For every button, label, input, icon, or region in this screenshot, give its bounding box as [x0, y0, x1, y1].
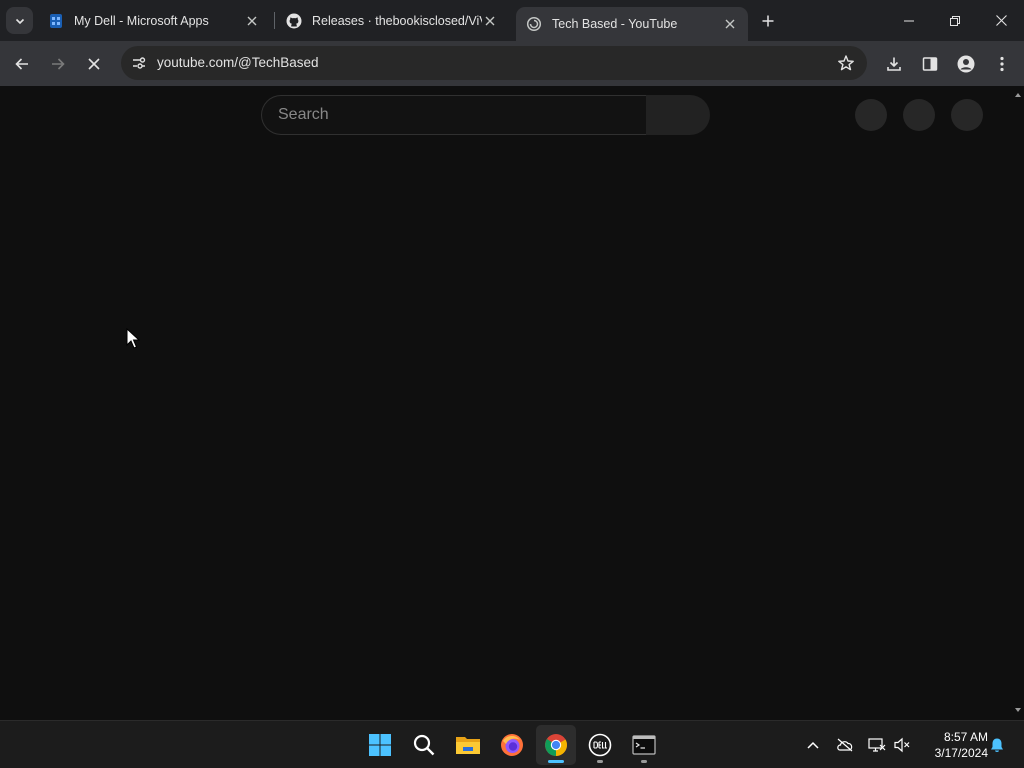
search-icon [413, 734, 435, 756]
placeholder-circle [855, 99, 887, 131]
notification-bell-icon[interactable] [985, 733, 1009, 757]
tab-search-button[interactable] [6, 7, 33, 34]
terminal-button[interactable] [624, 725, 664, 765]
clock-date: 3/17/2024 [934, 746, 988, 760]
side-panel-button[interactable] [916, 50, 944, 78]
youtube-search-box[interactable] [261, 95, 646, 135]
mouse-cursor-icon [126, 328, 140, 349]
chrome-button[interactable] [536, 725, 576, 765]
volume-muted-tray-icon[interactable] [890, 733, 914, 757]
page-content [0, 86, 1012, 720]
windows-logo-icon [369, 734, 391, 756]
scrollbar[interactable] [1012, 86, 1024, 720]
side-panel-icon [922, 57, 938, 71]
close-icon [995, 15, 1007, 26]
more-vertical-icon [1000, 56, 1004, 72]
close-icon [88, 58, 100, 70]
arrow-right-icon [52, 58, 65, 70]
tab-title: Releases · thebookisclosed/ViVe [312, 13, 482, 28]
back-button[interactable] [8, 50, 36, 78]
tab-divider [274, 12, 275, 29]
file-explorer-button[interactable] [448, 725, 488, 765]
close-window-button[interactable] [978, 0, 1024, 41]
github-icon [286, 13, 302, 29]
onedrive-tray-icon[interactable] [833, 733, 857, 757]
site-info-icon[interactable] [127, 51, 151, 75]
show-hidden-icons-button[interactable] [801, 733, 825, 757]
clock[interactable]: 8:57 AM 3/17/2024 [920, 729, 988, 761]
plus-icon [762, 15, 774, 27]
forward-button[interactable] [44, 50, 72, 78]
restore-icon [950, 15, 960, 26]
close-icon [247, 16, 257, 25]
minimize-button[interactable] [886, 0, 932, 41]
chevron-up-icon [807, 741, 819, 749]
minimize-icon [904, 20, 914, 21]
dell-icon [588, 733, 612, 757]
scroll-down-arrow-icon[interactable] [1015, 708, 1021, 712]
tab-my-dell[interactable]: My Dell - Microsoft Apps [38, 0, 270, 41]
dell-store-icon [48, 13, 64, 29]
url-text: youtube.com/@TechBased [157, 55, 319, 70]
chrome-icon [545, 734, 567, 756]
profile-button[interactable] [952, 50, 980, 78]
taskbar-search-button[interactable] [404, 725, 444, 765]
placeholder-circle [951, 99, 983, 131]
profile-icon [957, 55, 975, 73]
tab-releases[interactable]: Releases · thebookisclosed/ViVe [276, 0, 508, 41]
tab-close-button[interactable] [482, 13, 498, 29]
dell-button[interactable] [580, 725, 620, 765]
browser-toolbar: youtube.com/@TechBased [0, 41, 1024, 86]
tab-title: Tech Based - YouTube [552, 17, 678, 31]
chevron-down-icon [15, 18, 24, 24]
search-input[interactable] [262, 96, 646, 134]
tab-close-button[interactable] [722, 16, 738, 32]
tab-tech-based[interactable]: Tech Based - YouTube [516, 7, 748, 41]
downloads-button[interactable] [880, 50, 908, 78]
running-indicator [641, 760, 647, 763]
tab-strip: My Dell - Microsoft Apps Releases · theb… [0, 0, 1024, 41]
menu-button[interactable] [988, 50, 1016, 78]
download-icon [887, 57, 901, 71]
address-bar[interactable]: youtube.com/@TechBased [121, 46, 867, 80]
restore-button[interactable] [932, 0, 978, 41]
new-tab-button[interactable] [756, 9, 780, 33]
terminal-icon [632, 735, 656, 755]
running-indicator [597, 760, 603, 763]
firefox-icon [501, 734, 523, 756]
taskbar: 8:57 AM 3/17/2024 [0, 720, 1024, 768]
scroll-up-arrow-icon[interactable] [1015, 93, 1021, 97]
start-button[interactable] [360, 725, 400, 765]
stop-loading-button[interactable] [80, 50, 108, 78]
clock-time: 8:57 AM [943, 730, 988, 744]
loading-globe-icon [526, 16, 542, 32]
tab-close-button[interactable] [244, 13, 260, 29]
firefox-button[interactable] [492, 725, 532, 765]
active-indicator [548, 760, 564, 763]
network-tray-icon[interactable] [865, 733, 889, 757]
bookmark-star-icon[interactable] [837, 54, 855, 72]
arrow-left-icon [15, 58, 28, 70]
close-icon [725, 19, 735, 29]
folder-icon [456, 737, 480, 754]
search-button[interactable] [646, 95, 710, 135]
close-icon [485, 16, 495, 25]
placeholder-circle [903, 99, 935, 131]
tab-title: My Dell - Microsoft Apps [74, 13, 209, 28]
